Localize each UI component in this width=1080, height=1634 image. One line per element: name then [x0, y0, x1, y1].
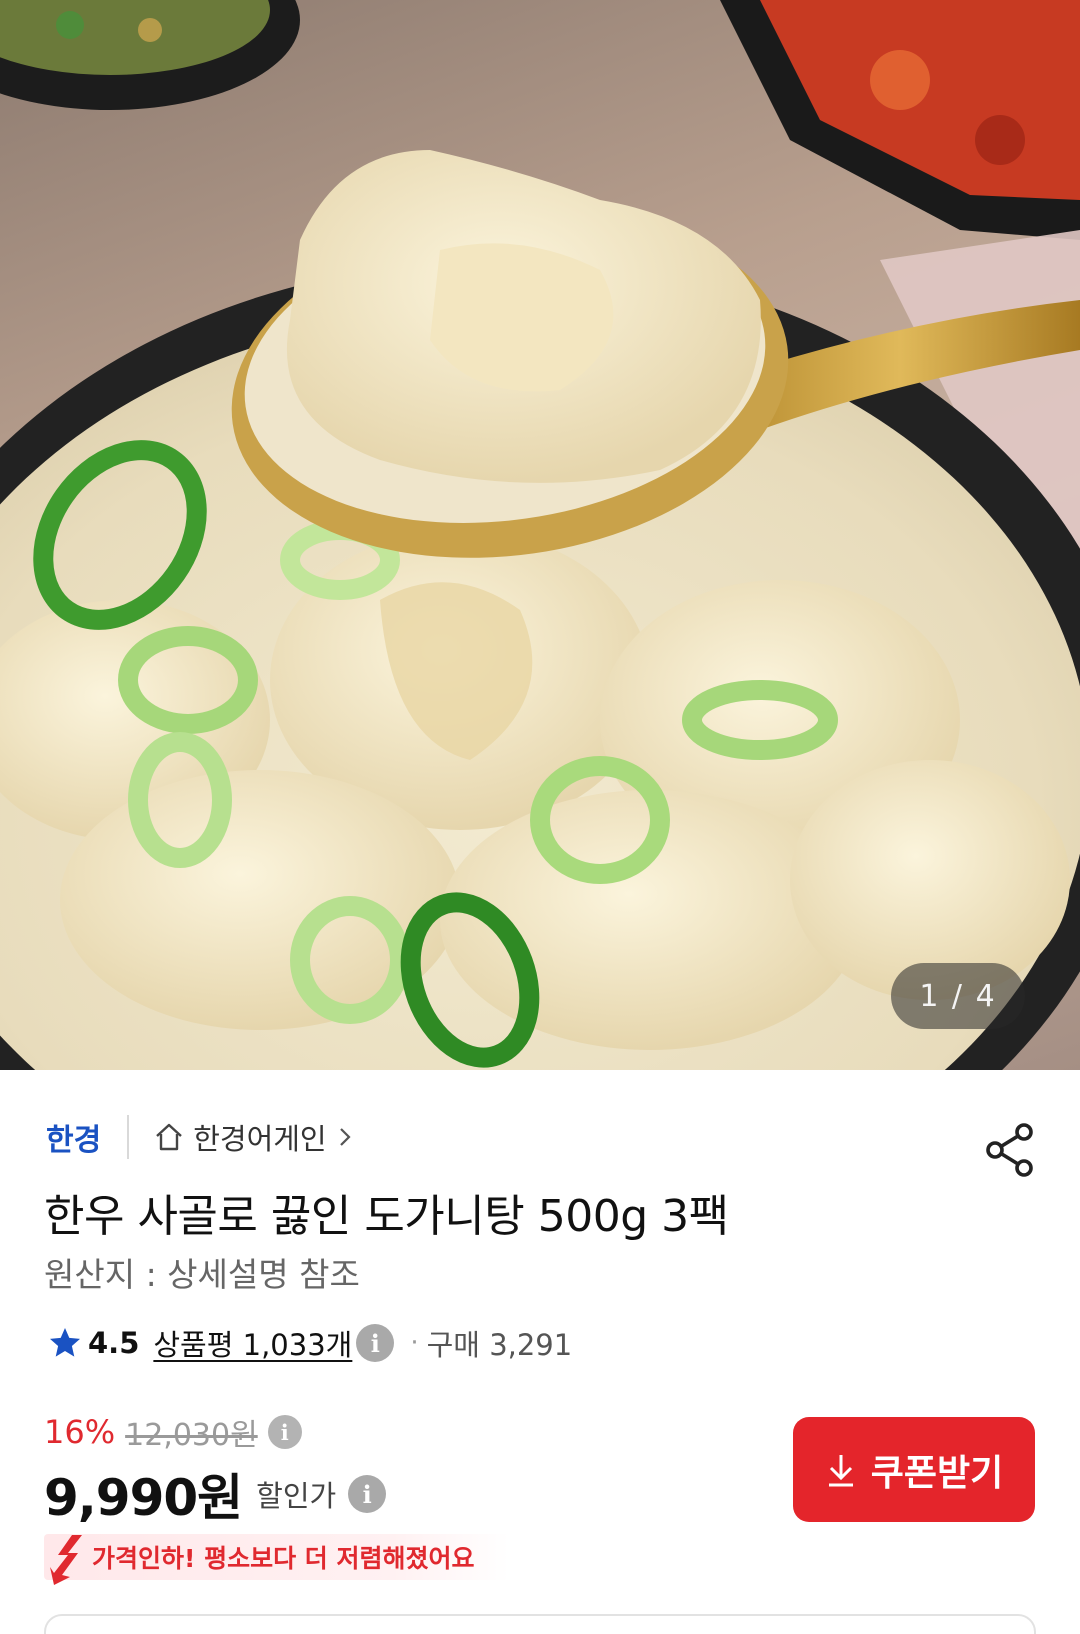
image-counter: 1 / 4	[891, 963, 1025, 1029]
download-icon	[828, 1454, 853, 1486]
product-image[interactable]: 1 / 4	[0, 0, 1080, 1070]
purchase-count: 구매 3,291	[426, 1328, 573, 1362]
review-count-link[interactable]: 상품평 1,033개	[153, 1322, 352, 1364]
store-name: 한경어게인	[193, 1122, 327, 1156]
chevron-right-icon	[339, 1128, 351, 1146]
info-icon[interactable]: i	[348, 1475, 387, 1513]
divider	[127, 1115, 130, 1159]
original-price: 12,030원	[125, 1418, 258, 1453]
coupon-button-label: 쿠폰받기	[870, 1452, 1004, 1494]
brand-link[interactable]: 한경	[46, 1115, 101, 1159]
notice-text: 가격인하! 평소보다 더 저렴해졌어요	[92, 1544, 475, 1573]
info-icon[interactable]: i	[267, 1415, 302, 1449]
rating-score: 4.5	[88, 1326, 140, 1360]
share-icon[interactable]	[984, 1122, 1036, 1178]
product-origin: 원산지 : 상세설명 참조	[44, 1255, 360, 1294]
next-section-card[interactable]	[44, 1614, 1036, 1634]
price-suffix: 할인가	[256, 1479, 337, 1513]
sale-price: 9,990원	[44, 1469, 243, 1527]
rating-row: 4.5 상품평 1,033개 i · 구매 3,291	[48, 1318, 572, 1368]
product-photo-illustration	[0, 0, 1080, 1070]
info-icon[interactable]: i	[356, 1324, 395, 1362]
original-price-row: 16% 12,030원 i	[44, 1410, 302, 1454]
brand-store-row: 한경 한경어게인	[46, 1115, 353, 1159]
coupon-download-button[interactable]: 쿠폰받기	[793, 1417, 1035, 1522]
star-icon	[50, 1328, 80, 1357]
discount-rate: 16%	[44, 1413, 116, 1451]
product-title: 한우 사골로 끓인 도가니탕 500g 3팩	[44, 1191, 729, 1242]
store-link[interactable]: 한경어게인	[153, 1116, 352, 1158]
separator-dot: ·	[410, 1328, 419, 1358]
sale-price-row: 9,990원 할인가 i	[44, 1462, 387, 1527]
price-down-arrow-icon	[50, 1535, 82, 1585]
price-drop-notice: 가격인하! 평소보다 더 저렴해졌어요	[44, 1534, 509, 1585]
home-icon	[156, 1123, 183, 1151]
